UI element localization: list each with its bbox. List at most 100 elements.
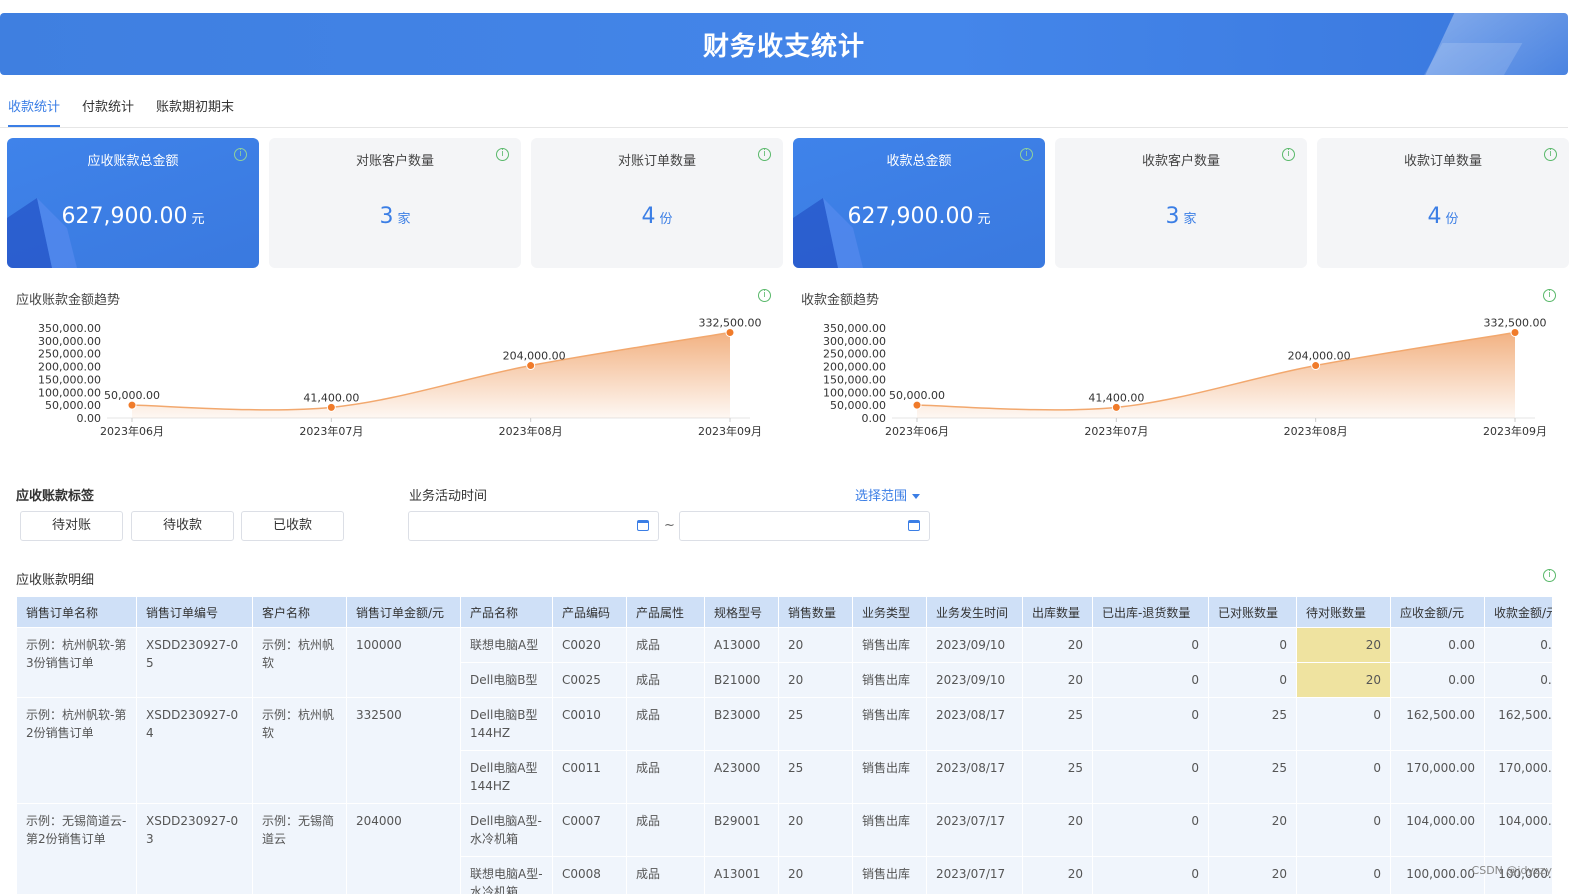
column-header[interactable]: 应收金额/元 (1390, 596, 1485, 628)
column-header[interactable]: 销售订单名称 (16, 596, 137, 628)
tag-pending-receipt-button[interactable]: 待收款 (131, 511, 234, 541)
y-tick-label: 150,000.00 (38, 373, 101, 386)
detail-label: 应收账款明细 (16, 573, 95, 588)
table-cell: 销售出库 (852, 803, 927, 857)
time-label: 业务活动时间 (409, 489, 488, 504)
table-cell: 2023/08/17 (926, 750, 1023, 804)
info-icon[interactable]: i (1543, 569, 1556, 582)
table-cell: 0 (1296, 697, 1391, 751)
table-cell: 104,000.00 (1390, 803, 1485, 857)
y-tick-label: 50,000.00 (45, 399, 101, 412)
data-point[interactable] (1311, 361, 1321, 371)
data-point[interactable] (1510, 328, 1520, 337)
column-header[interactable]: 业务类型 (852, 596, 927, 628)
column-header[interactable]: 产品编码 (552, 596, 627, 628)
tab-receipt-stats[interactable]: 收款统计 (8, 96, 61, 127)
table-row[interactable]: 示例：杭州帆软-第3份销售订单 XSDD230927-05 示例：杭州帆软 10000… (16, 627, 1552, 698)
table-cell: 销售出库 (852, 662, 927, 698)
data-point[interactable] (1111, 402, 1121, 412)
table-cell: 2023/09/10 (926, 662, 1023, 698)
column-header[interactable]: 销售订单编号 (136, 596, 253, 628)
table-cell: 162,500.00 (1390, 697, 1485, 751)
column-header[interactable]: 客户名称 (252, 596, 347, 628)
info-icon[interactable]: i (1020, 148, 1033, 161)
data-point[interactable] (127, 400, 137, 410)
y-tick-label: 250,000.00 (38, 348, 101, 361)
data-point[interactable] (326, 402, 336, 412)
tag-received-button[interactable]: 已收款 (241, 511, 344, 541)
info-icon[interactable]: i (496, 148, 509, 161)
table-header-row: 销售订单名称 销售订单编号 客户名称 销售订单金额/元 产品名称 产品编码 产品属性 规格型号… (16, 596, 1552, 628)
kpi-title: 对账订单数量 (617, 154, 696, 169)
table-cell: A13001 (704, 856, 779, 894)
table-cell: 20 (1208, 803, 1297, 857)
info-icon[interactable]: i (1544, 148, 1557, 161)
table-cell: 170,000.00 (1390, 750, 1485, 804)
table-cell: 25 (1022, 750, 1093, 804)
info-icon[interactable]: i (1543, 289, 1556, 302)
table-cell: 25 (1208, 697, 1297, 751)
info-icon[interactable]: i (758, 289, 771, 302)
tags-label: 应收账款标签 (16, 489, 95, 504)
column-header[interactable]: 产品属性 (626, 596, 705, 628)
table-cell: B29001 (704, 803, 779, 857)
kpi-value: 627,900.00 元 (61, 204, 205, 229)
table-cell: 20 (1022, 803, 1093, 857)
calendar-icon[interactable] (637, 520, 649, 531)
column-header[interactable]: 出库数量 (1022, 596, 1093, 628)
info-icon[interactable]: i (1282, 148, 1295, 161)
column-header[interactable]: 收款金额/元 (1484, 596, 1552, 628)
table-cell: 0 (1208, 627, 1297, 663)
table-cell: 2023/07/17 (926, 803, 1023, 857)
data-point[interactable] (725, 328, 735, 337)
kpi-unit: 元 (191, 212, 205, 227)
end-date-input[interactable] (679, 511, 930, 541)
table-cell: 20 (1022, 662, 1093, 698)
info-icon[interactable]: i (234, 148, 247, 161)
table-cell: 0 (1092, 803, 1209, 857)
table-cell: 2023/07/17 (926, 856, 1023, 894)
column-header[interactable]: 已对账数量 (1208, 596, 1297, 628)
y-tick-label: 50,000.00 (830, 399, 886, 412)
table-cell: A23000 (704, 750, 779, 804)
order-customer-cell: 示例：无锡简道云 (252, 803, 347, 894)
table-cell: 0 (1092, 750, 1209, 804)
tab-period-balance[interactable]: 账款期初期末 (156, 96, 234, 127)
tab-payment-stats[interactable]: 付款统计 (82, 96, 134, 127)
column-header[interactable]: 规格型号 (704, 596, 779, 628)
y-tick-label: 200,000.00 (823, 361, 886, 374)
x-tick-label: 2023年06月 (885, 424, 949, 438)
column-header[interactable]: 销售订单金额/元 (346, 596, 461, 628)
column-header[interactable]: 销售数量 (778, 596, 853, 628)
column-header[interactable]: 产品名称 (460, 596, 553, 628)
table-cell: 销售出库 (852, 750, 927, 804)
table-cell: 销售出库 (852, 697, 927, 751)
table-cell: 25 (778, 750, 853, 804)
date-range-separator: ~ (664, 518, 675, 533)
column-header[interactable]: 已出库-退货数量 (1092, 596, 1209, 628)
select-range-dropdown[interactable]: 选择范围 (855, 485, 921, 504)
calendar-icon[interactable] (908, 520, 920, 531)
kpi-card-receivable-total: 应收账款总金额 i 627,900.00 元 (7, 138, 259, 268)
table-cell: 20 (778, 856, 853, 894)
table-cell: Dell电脑B型 (460, 662, 553, 698)
y-tick-label: 100,000.00 (823, 386, 886, 399)
order-name-cell: 示例：杭州帆软-第3份销售订单 (16, 627, 137, 698)
tag-pending-reconcile-button[interactable]: 待对账 (20, 511, 123, 541)
column-header[interactable]: 业务发生时间 (926, 596, 1023, 628)
order-code-cell: XSDD230927-05 (136, 627, 253, 698)
table-cell: 0.00 (1390, 662, 1485, 698)
start-date-input[interactable] (408, 511, 659, 541)
table-row[interactable]: 示例：杭州帆软-第2份销售订单 XSDD230927-04 示例：杭州帆软 33250… (16, 697, 1552, 804)
order-customer-cell: 示例：杭州帆软 (252, 697, 347, 804)
column-header[interactable]: 待对账数量 (1296, 596, 1391, 628)
page: 财务收支统计 收款统计 付款统计 账款期初期末 应收账款总金额 i 627,90… (0, 0, 1578, 894)
table-cell: 20 (1296, 662, 1391, 698)
table-cell: 联想电脑A型 (460, 627, 553, 663)
table-cell: 成品 (626, 856, 705, 894)
data-point[interactable] (912, 400, 922, 410)
info-icon[interactable]: i (758, 148, 771, 161)
y-tick-label: 0.00 (862, 412, 887, 425)
table-row[interactable]: 示例：无锡简道云-第2份销售订单 XSDD230927-03 示例：无锡简道云 204… (16, 803, 1552, 894)
data-point[interactable] (526, 361, 536, 371)
